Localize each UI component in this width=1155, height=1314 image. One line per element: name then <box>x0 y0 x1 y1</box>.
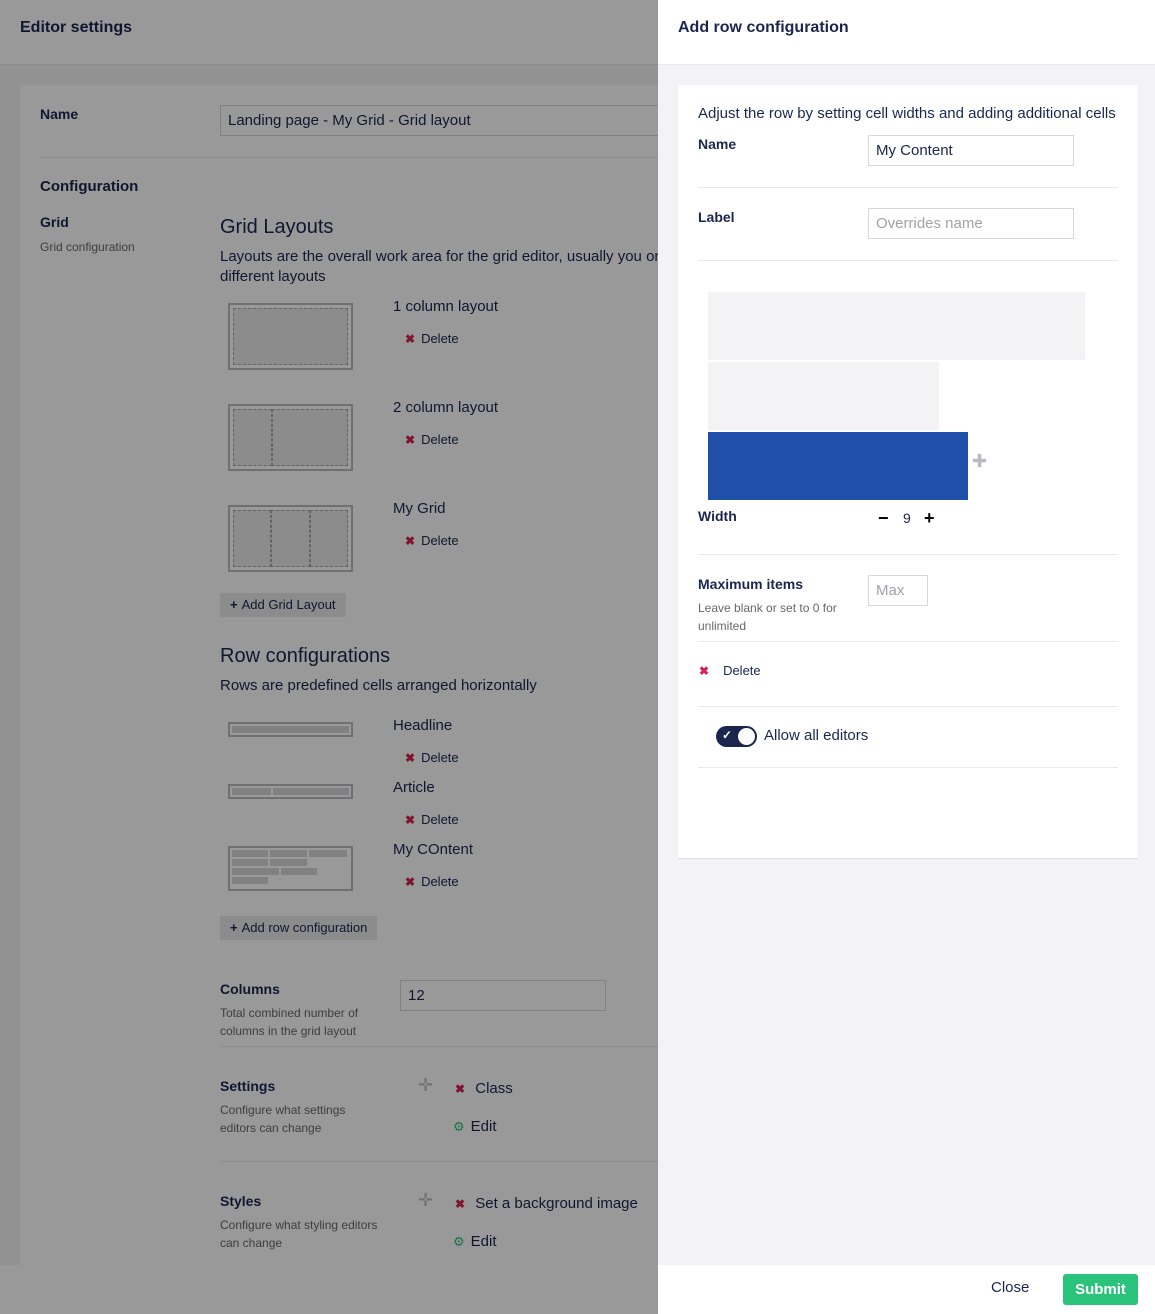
divider <box>698 187 1118 188</box>
allow-all-editors-toggle[interactable]: ✓ <box>716 726 757 747</box>
divider <box>698 554 1118 555</box>
toggle-knob <box>738 728 755 745</box>
divider <box>698 641 1118 642</box>
preview-cell-selected[interactable] <box>708 432 968 500</box>
checkmark-icon: ✓ <box>722 728 733 742</box>
divider <box>698 706 1118 707</box>
decrease-width-button[interactable]: − <box>878 509 889 527</box>
allow-all-editors-label: Allow all editors <box>764 727 869 744</box>
width-value: 9 <box>903 510 911 526</box>
max-items-label: Maximum items <box>698 576 804 592</box>
delete-row-button[interactable]: ✖ Delete <box>699 663 761 678</box>
preview-cell[interactable] <box>708 362 939 430</box>
row-name-input[interactable]: My Content <box>868 135 1074 166</box>
row-label-label: Label <box>698 209 735 225</box>
dialog-intro: Adjust the row by setting cell widths an… <box>698 105 1116 122</box>
increase-width-button[interactable]: + <box>924 509 935 527</box>
dialog-footer: Close Submit <box>658 1265 1155 1314</box>
dialog-title: Add row configuration <box>678 19 849 36</box>
add-row-configuration-dialog: Add row configuration Adjust the row by … <box>658 0 1155 1314</box>
modal-backdrop[interactable] <box>0 0 658 1314</box>
preview-cell[interactable] <box>708 292 1085 360</box>
row-label-input[interactable]: Overrides name <box>868 208 1074 239</box>
dialog-header: Add row configuration <box>658 0 1155 65</box>
width-label: Width <box>698 508 737 524</box>
close-button[interactable]: Close <box>991 1279 1029 1296</box>
submit-button[interactable]: Submit <box>1063 1274 1138 1305</box>
row-preview <box>708 292 1085 500</box>
divider <box>698 260 1118 261</box>
max-items-input[interactable]: Max <box>868 575 928 606</box>
dialog-card: Adjust the row by setting cell widths an… <box>678 85 1138 858</box>
max-items-description-2: unlimited <box>698 619 747 633</box>
max-items-description-1: Leave blank or set to 0 for <box>698 601 837 615</box>
close-icon: ✖ <box>699 664 710 678</box>
divider <box>698 767 1118 768</box>
add-cell-icon[interactable]: ✚ <box>972 451 987 472</box>
row-name-label: Name <box>698 136 737 152</box>
